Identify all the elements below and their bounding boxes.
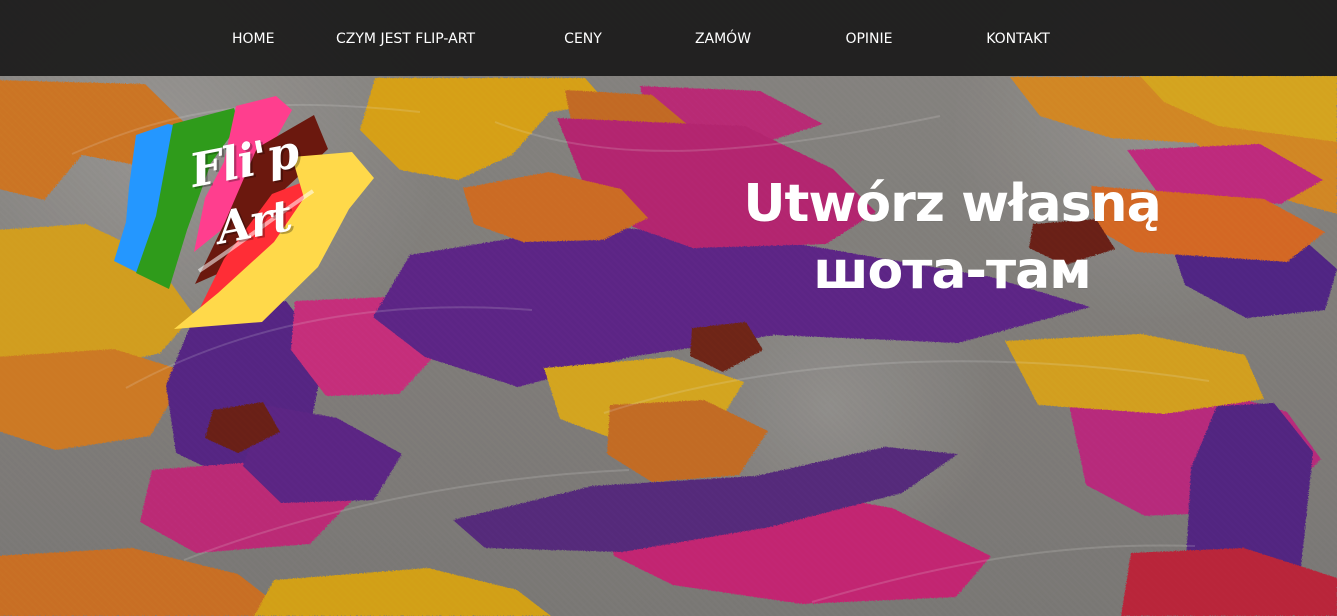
nav-reviews-link[interactable]: OPINIE bbox=[845, 29, 893, 49]
top-navigation: HOME CZYM JEST FLIP-ART CENY ZAMÓW OPINI… bbox=[0, 0, 1337, 76]
nav-contact-link[interactable]: KONTAKT bbox=[986, 29, 1050, 49]
hero-title-line-2: шота-там bbox=[813, 240, 1092, 301]
nav-prices-link[interactable]: CENY bbox=[564, 29, 602, 49]
nav-order-link[interactable]: ZAMÓW bbox=[694, 29, 752, 49]
flip-art-logo[interactable]: Fli'p Art bbox=[108, 96, 380, 336]
hero-title: Utwórz własną шота-там bbox=[706, 171, 1198, 305]
nav-home-link[interactable]: HOME bbox=[232, 29, 274, 49]
hero-section: HOME CZYM JEST FLIP-ART CENY ZAMÓW OPINI… bbox=[0, 0, 1337, 616]
hero-title-line-1: Utwórz własną bbox=[743, 173, 1161, 234]
nav-what-is-flip-art-link[interactable]: CZYM JEST FLIP-ART bbox=[336, 29, 475, 49]
